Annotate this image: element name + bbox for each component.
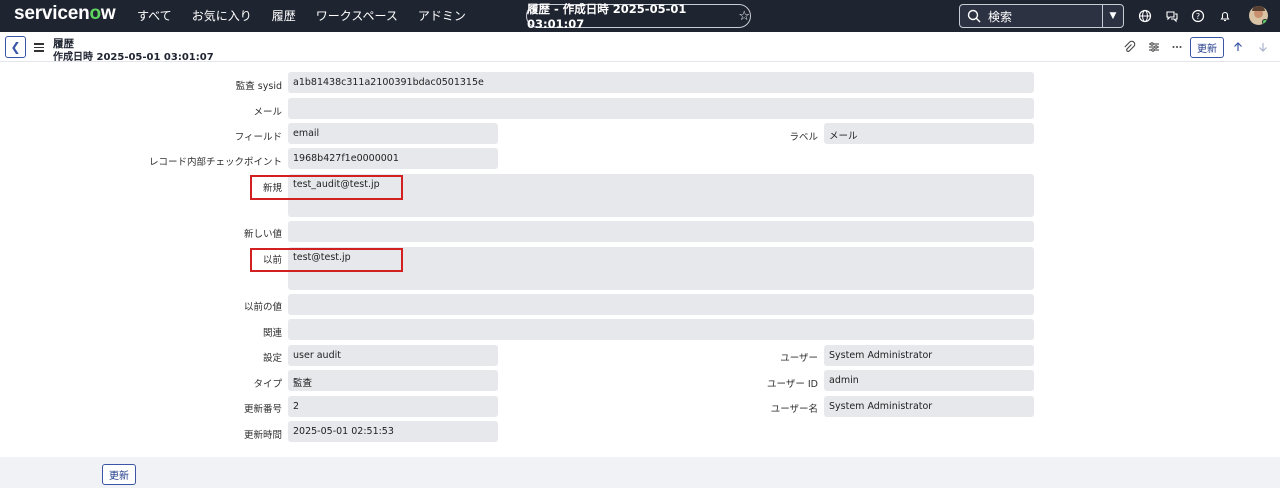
servicenow-logo[interactable]: servicenow — [14, 3, 116, 25]
svg-text:?: ? — [1196, 12, 1200, 21]
context-pill-text: 履歴 - 作成日時 2025-05-01 03:01:07 — [527, 2, 687, 31]
update-button-top[interactable]: 更新 — [1190, 37, 1224, 58]
user-id-field[interactable]: admin — [824, 370, 1034, 391]
personalize-icon[interactable] — [1147, 40, 1161, 54]
form-body: 監査 sysid a1b81438c311a2100391bdac0501315… — [0, 63, 1280, 457]
checkpoint-field[interactable]: 1968b427f1e0000001 — [288, 148, 498, 169]
label-old-value: 以前の値 — [243, 302, 282, 313]
old-value-field[interactable] — [288, 294, 1034, 315]
star-icon[interactable]: ☆ — [738, 9, 750, 24]
search-input[interactable]: 検索 — [988, 8, 1102, 25]
type-field[interactable]: 監査 — [288, 370, 498, 391]
user-avatar[interactable] — [1249, 6, 1268, 25]
label-field: フィールド — [234, 132, 282, 143]
form-header: ❮ 履歴 作成日時 2025-05-01 03:01:07 更新 — [0, 32, 1280, 63]
online-status-icon — [1262, 19, 1268, 25]
global-search[interactable]: 検索 ▼ — [959, 4, 1124, 28]
menu-workspaces[interactable]: ワークスペース — [316, 7, 398, 24]
label-field-label: ラベル — [789, 132, 818, 143]
search-icon — [967, 9, 981, 23]
top-navigation-bar: servicenow すべて お気に入り 履歴 ワークスペース アドミン 履歴 … — [0, 0, 1280, 32]
update-button-bottom[interactable]: 更新 — [102, 464, 136, 485]
label-user-name: ユーザー名 — [770, 404, 818, 415]
more-options-icon[interactable] — [1170, 40, 1184, 54]
menu-admin[interactable]: アドミン — [418, 7, 466, 24]
label-setting: 設定 — [262, 353, 282, 364]
label-related: 関連 — [262, 328, 282, 339]
arrow-down-icon[interactable] — [1256, 40, 1270, 54]
mail-field[interactable] — [288, 98, 1034, 119]
audit-sysid-field[interactable]: a1b81438c311a2100391bdac0501315e — [288, 72, 1034, 93]
menu-all[interactable]: すべて — [137, 7, 172, 24]
setting-field[interactable]: user audit — [288, 345, 498, 366]
back-button[interactable]: ❮ — [5, 36, 26, 58]
update-time-field[interactable]: 2025-05-01 02:51:53 — [288, 421, 498, 442]
search-dropdown-icon[interactable]: ▼ — [1102, 5, 1123, 27]
label-mail: メール — [253, 107, 282, 118]
context-pill[interactable]: 履歴 - 作成日時 2025-05-01 03:01:07 ☆ — [526, 2, 751, 31]
highlight-box-new — [250, 175, 403, 200]
label-update-time: 更新時間 — [243, 430, 282, 441]
bell-icon[interactable] — [1217, 8, 1233, 24]
highlight-box-old — [250, 248, 403, 272]
form-subtitle: 作成日時 2025-05-01 03:01:07 — [53, 52, 214, 63]
context-menu-icon[interactable] — [34, 43, 44, 54]
label-type: タイプ — [253, 379, 282, 390]
related-field[interactable] — [288, 319, 1034, 340]
menu-favorites[interactable]: お気に入り — [192, 7, 252, 24]
update-count-field[interactable]: 2 — [288, 396, 498, 417]
label-audit-sysid: 監査 sysid — [235, 81, 282, 92]
new-value-field[interactable] — [288, 221, 1034, 242]
form-footer: 更新 — [0, 457, 1280, 488]
field-field[interactable]: email — [288, 123, 498, 144]
user-field[interactable]: System Administrator — [824, 345, 1034, 366]
field-label-field[interactable]: メール — [824, 123, 1034, 144]
label-user-id: ユーザー ID — [767, 379, 818, 390]
user-name-field[interactable]: System Administrator — [824, 396, 1034, 417]
label-user: ユーザー — [780, 353, 818, 364]
globe-icon[interactable] — [1137, 8, 1153, 24]
label-checkpoint: レコード内部チェックポイント — [148, 157, 282, 168]
chat-icon[interactable] — [1164, 8, 1180, 24]
label-update-count: 更新番号 — [243, 404, 282, 415]
arrow-up-icon[interactable] — [1231, 40, 1245, 54]
help-icon[interactable]: ? — [1190, 8, 1206, 24]
attachment-icon[interactable] — [1122, 40, 1136, 54]
menu-history[interactable]: 履歴 — [272, 7, 296, 24]
main-menu: すべて お気に入り 履歴 ワークスペース アドミン — [137, 7, 486, 24]
label-new-value: 新しい値 — [243, 229, 282, 240]
